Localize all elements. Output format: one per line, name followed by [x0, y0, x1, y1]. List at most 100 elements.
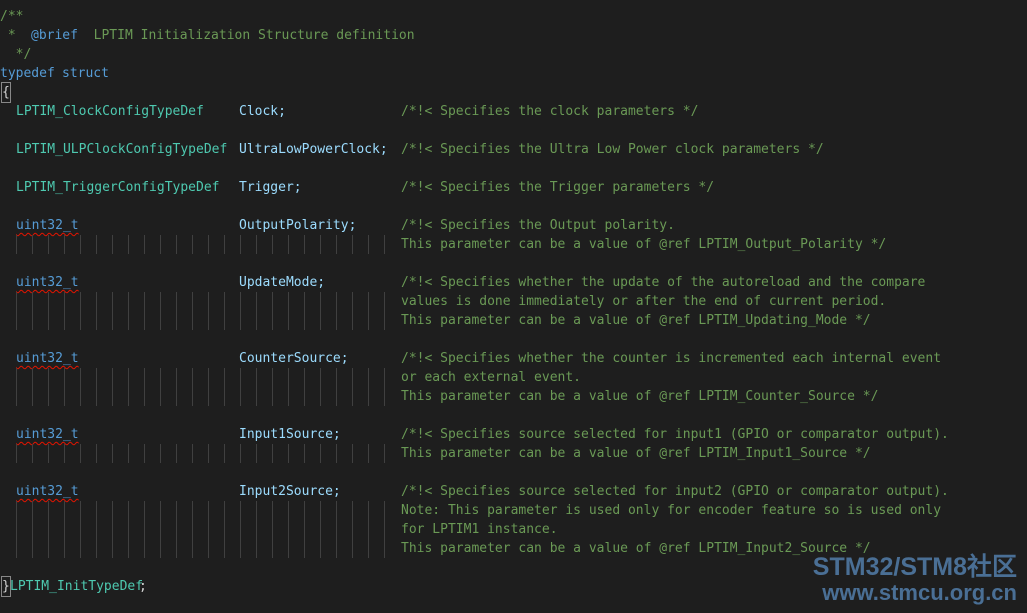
indent-guide [112, 520, 113, 539]
member-comment: /*!< Specifies the Trigger parameters */ [401, 180, 715, 195]
indent-guide [192, 368, 193, 387]
indent-guide [144, 520, 145, 539]
indent-guide [64, 444, 65, 463]
indent-guide [32, 501, 33, 520]
member-comment: This parameter can be a value of @ref LP… [401, 541, 871, 556]
member-comment: /*!< Specifies the clock parameters */ [401, 104, 699, 119]
member-type: LPTIM_ULPClockConfigTypeDef [16, 142, 228, 157]
indent-guide [304, 311, 305, 330]
indent-guide [368, 444, 369, 463]
indent-guide [48, 292, 49, 311]
comment-text: LPTIM Initialization Structure definitio… [78, 28, 415, 43]
indent-guide [160, 368, 161, 387]
indent-guide [240, 520, 241, 539]
member-name: Clock; [239, 104, 286, 119]
indent-guide [368, 311, 369, 330]
indent-guide [144, 311, 145, 330]
indent-guide [48, 539, 49, 558]
indent-guide [96, 444, 97, 463]
indent-guide [80, 444, 81, 463]
keyword-typedef: typedef [0, 66, 55, 81]
member-type: uint32_t [16, 484, 79, 499]
member-type: LPTIM_ClockConfigTypeDef [16, 104, 204, 119]
indent-guide [64, 501, 65, 520]
indent-guide [176, 368, 177, 387]
indent-guide [256, 311, 257, 330]
indent-guide [160, 444, 161, 463]
member-name: CounterSource; [239, 351, 349, 366]
watermark-url: www.stmcu.org.cn [822, 580, 1017, 605]
watermark-title: STM32/STM8社区 [812, 553, 1017, 581]
indent-guide [80, 292, 81, 311]
indent-guide [176, 292, 177, 311]
indent-guide [320, 368, 321, 387]
indent-guide [256, 235, 257, 254]
open-brace: { [1, 82, 11, 103]
indent-guide [336, 292, 337, 311]
member-comment: /*!< Specifies the Output polarity. [401, 218, 675, 233]
indent-guide [304, 501, 305, 520]
indent-guide [256, 501, 257, 520]
indent-guide [352, 520, 353, 539]
indent-guide [192, 501, 193, 520]
indent-guide [272, 520, 273, 539]
indent-guide [384, 311, 385, 330]
indent-guide [224, 444, 225, 463]
indent-guide [80, 387, 81, 406]
indent-guide [288, 368, 289, 387]
indent-guide [32, 520, 33, 539]
indent-guide [176, 444, 177, 463]
code-editor[interactable]: /** * @brief LPTIM Initialization Struct… [0, 0, 1027, 613]
indent-guide [208, 444, 209, 463]
indent-guide [80, 235, 81, 254]
indent-guide [272, 292, 273, 311]
indent-guide [256, 520, 257, 539]
indent-guide [368, 387, 369, 406]
indent-guide [384, 387, 385, 406]
indent-guide [160, 387, 161, 406]
indent-guide [48, 368, 49, 387]
indent-guide [288, 311, 289, 330]
indent-guide [48, 311, 49, 330]
indent-guide [224, 368, 225, 387]
indent-guide [16, 444, 17, 463]
indent-guide [352, 539, 353, 558]
member-type: uint32_t [16, 351, 79, 366]
indent-guide [32, 387, 33, 406]
indent-guide [144, 387, 145, 406]
indent-guide [352, 368, 353, 387]
member-type: LPTIM_TriggerConfigTypeDef [16, 180, 220, 195]
indent-guide [336, 520, 337, 539]
member-name: UltraLowPowerClock; [239, 142, 388, 157]
indent-guide [336, 539, 337, 558]
member-name: Trigger; [239, 180, 302, 195]
indent-guide [64, 520, 65, 539]
indent-guide [128, 444, 129, 463]
indent-guide [80, 368, 81, 387]
indent-guide [208, 387, 209, 406]
indent-guide [128, 311, 129, 330]
indent-guide [368, 368, 369, 387]
indent-guide [272, 539, 273, 558]
indent-guide [320, 292, 321, 311]
indent-guide [112, 292, 113, 311]
indent-guide [16, 387, 17, 406]
indent-guide [368, 292, 369, 311]
member-comment: or each external event. [401, 370, 582, 385]
indent-guide [272, 387, 273, 406]
indent-guide [384, 368, 385, 387]
member-comment: This parameter can be a value of @ref LP… [401, 313, 871, 328]
indent-guide [304, 387, 305, 406]
indent-guide [16, 539, 17, 558]
indent-guide [384, 292, 385, 311]
indent-guide [112, 235, 113, 254]
indent-guide [288, 520, 289, 539]
member-comment: This parameter can be a value of @ref LP… [401, 237, 887, 252]
indent-guide [144, 444, 145, 463]
indent-guide [16, 520, 17, 539]
indent-guide [192, 311, 193, 330]
indent-guide [80, 501, 81, 520]
indent-guide [336, 501, 337, 520]
indent-guide [304, 292, 305, 311]
indent-guide [224, 292, 225, 311]
